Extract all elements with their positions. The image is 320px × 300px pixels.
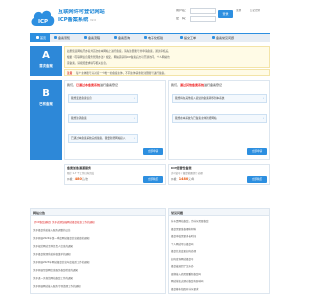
desc-line: 如果您是网站开办者并首次在本网站上进行备案，请先注册账号并申请备案，通过审核后， <box>67 50 171 53</box>
option-add-site-other[interactable]: 我想在本系统为已备案主体新增网站 › <box>172 114 267 123</box>
version-badge: V2.0 <box>90 19 97 22</box>
price-card-icp: ICP经营性备案 许可证号 / 备案管理部门 办理 价格：1480元/年 立即购… <box>168 164 270 185</box>
question-icon <box>212 36 215 40</box>
faq-item[interactable]: 如何查询网站备案号 <box>171 257 269 261</box>
logo-text: ICP <box>38 19 48 25</box>
first-filing-title: 首次备案 <box>39 64 53 68</box>
announcement-item[interactable]: 关于开展互联网信息服务备案检查的通知 <box>33 268 165 272</box>
apply-button-other[interactable]: 立即申请 <box>247 148 267 155</box>
section-letter-b: B <box>42 88 50 99</box>
search-icon <box>114 36 117 40</box>
faq-item[interactable]: 网站域名过期对备案有影响吗 <box>171 279 269 283</box>
apply-button-local[interactable]: 立即申请 <box>143 148 163 155</box>
option-add-site[interactable]: 已通过本备案系统完成备案，我要新增网站接入 › <box>68 134 138 143</box>
forgot-password-link[interactable]: 忘记密码 <box>250 9 260 12</box>
faq-item[interactable]: 备案需要准备哪些材料 <box>171 227 269 231</box>
announcement-header: 网站公告 <box>31 209 165 216</box>
first-filing-notice: 注意 每个主体账号只对应一个唯一的备案主体，不同主体请重新注册账号进行备案。 <box>64 69 270 76</box>
faq-item[interactable]: 什么是网站备案，为什么需要备案 <box>171 219 269 223</box>
ticket-icon <box>180 36 183 40</box>
chevron-right-icon: › <box>133 97 135 100</box>
first-filing-description: 如果您是网站开办者并首次在本网站上进行备案，请先注册账号并申请备案，通过审核后，… <box>64 46 270 68</box>
main-nav: 首页 备案须知 备案流程 备案查询 电子化核验 提交工单 备案常见问题 <box>30 33 270 42</box>
faq-item[interactable]: 备案幕布拍照有什么要求 <box>171 287 269 291</box>
chevron-right-icon: › <box>133 117 135 120</box>
register-link[interactable]: 注册 <box>236 9 241 12</box>
flow-icon <box>84 36 87 40</box>
chevron-right-icon: › <box>262 117 264 120</box>
announcement-item[interactable]: 关于开展网站接入服务专项清理工作的通知 <box>33 284 165 288</box>
desc-line: 需备案，请按照要求填写相关信息。 <box>67 62 109 65</box>
chevron-right-icon: › <box>262 97 264 100</box>
section-letter-a: A <box>42 50 50 61</box>
username-label: 用户名： <box>176 9 189 12</box>
site-subtitle: ICP备案系统 V2.0 <box>58 17 97 23</box>
logo-cloud-icon: ICP <box>31 10 55 26</box>
price-desc: 预计 1-7 个工作日内完成 <box>67 172 94 175</box>
first-filing-block: A 首次备案 <box>30 46 62 76</box>
chevron-right-icon: › <box>133 137 135 140</box>
buy-button[interactable]: 立即购买 <box>247 176 267 183</box>
announcement-item[interactable]: 关于备案系统接入服务调整的公告 <box>33 228 165 232</box>
announcement-item[interactable]: 关于规范网站主体负责人信息的通知 <box>33 244 165 248</box>
announcement-item[interactable]: 关于进一步规范网站备案工作的通知 <box>33 276 165 280</box>
price-title: ICP经营性备案 <box>171 166 192 170</box>
announcement-panel: 网站公告 【ICP备案通知】关于近期加强网站备案核查工作的通知 关于备案系统接入… <box>30 208 166 294</box>
existing-other-panel: 我们，通过其他备案系统进行备案登记 我想将在其他接入商处的备案转移到本系统 › 我… <box>168 80 270 160</box>
site-title: 互联网许可登记网站 <box>58 9 105 15</box>
nav-item-ticket[interactable]: 提交工单 <box>178 34 196 42</box>
local-question: 我们，已通过本备案系统进行备案登记 <box>67 83 119 87</box>
home-icon <box>35 36 39 40</box>
nav-item-query[interactable]: 备案查询 <box>112 34 130 42</box>
price-desc: 许可证号 / 备案管理部门 办理 <box>171 172 203 175</box>
username-input[interactable] <box>190 8 216 14</box>
password-input[interactable] <box>190 16 216 22</box>
doc-icon <box>54 36 57 40</box>
other-question: 我们，通过其他备案系统进行备案登记 <box>171 83 223 87</box>
nav-item-process[interactable]: 备案流程 <box>82 34 100 42</box>
option-cancel-filing[interactable]: 我想注销备案 › <box>68 114 138 123</box>
faq-item[interactable]: 备案信息变更如何办理 <box>171 249 269 253</box>
faq-item[interactable]: 备案被退回了怎么办 <box>171 264 269 268</box>
existing-filing-block: B 已有备案 <box>30 80 62 160</box>
nav-item-faq[interactable]: 备案常见问题 <box>210 34 234 42</box>
option-transfer-filing[interactable]: 我想将在其他接入商处的备案转移到本系统 › <box>172 94 267 103</box>
notice-tag: 注意 <box>67 72 73 76</box>
price-value: 价格：480元/次 <box>67 177 88 181</box>
faq-header: 常见问题 <box>169 209 269 216</box>
password-label: 密 码： <box>176 17 189 20</box>
login-button[interactable]: 登录 <box>218 10 233 18</box>
notice-text: 每个主体账号只对应一个唯一的备案主体，不同主体请重新注册账号进行备案。 <box>76 72 167 76</box>
nav-item-home[interactable]: 首页 <box>30 34 50 42</box>
existing-filing-title: 已有备案 <box>39 102 53 106</box>
faq-panel: 常见问题 什么是网站备案，为什么需要备案 备案需要准备哪些材料 备案审核需要多长… <box>168 208 270 294</box>
price-value: 价格：1480元/年 <box>171 177 195 181</box>
nav-item-notice[interactable]: 备案须知 <box>52 34 70 42</box>
desc-line: 根据《互联网信息服务管理办法》规定，网站需获得ICP备案后方可开通访问，个人网站… <box>67 56 170 59</box>
announcement-item[interactable]: 关于开展2024年第一季度网站备案信息抽查的通知 <box>33 236 165 240</box>
buy-button[interactable]: 立即购买 <box>143 176 163 183</box>
check-icon <box>144 36 147 40</box>
existing-local-panel: 我们，已通过本备案系统进行备案登记 我想变更备案信息 › 我想注销备案 › 已通过本… <box>64 80 166 160</box>
announcement-item[interactable]: 【ICP备案通知】关于近期加强网站备案核查工作的通知 <box>33 220 165 224</box>
faq-item[interactable]: 个人网站可以备案吗 <box>171 242 269 246</box>
price-title: 备案加急通道服务 <box>67 166 92 170</box>
nav-item-verify[interactable]: 电子化核验 <box>142 34 163 42</box>
announcement-item[interactable]: 关于备案管理系统升级维护的通知 <box>33 252 165 256</box>
option-change-info[interactable]: 我想变更备案信息 › <box>68 94 138 103</box>
price-card-expedite: 备案加急通道服务 预计 1-7 个工作日内完成 价格：480元/次 立即购买 <box>64 164 166 185</box>
announcement-item[interactable]: 关于开展2023年网站备案信息年度核验工作的通知 <box>33 260 165 264</box>
faq-item[interactable]: 备案审核需要多长时间 <box>171 234 269 238</box>
faq-item[interactable]: 更换接入商需要重新备案吗 <box>171 272 269 276</box>
